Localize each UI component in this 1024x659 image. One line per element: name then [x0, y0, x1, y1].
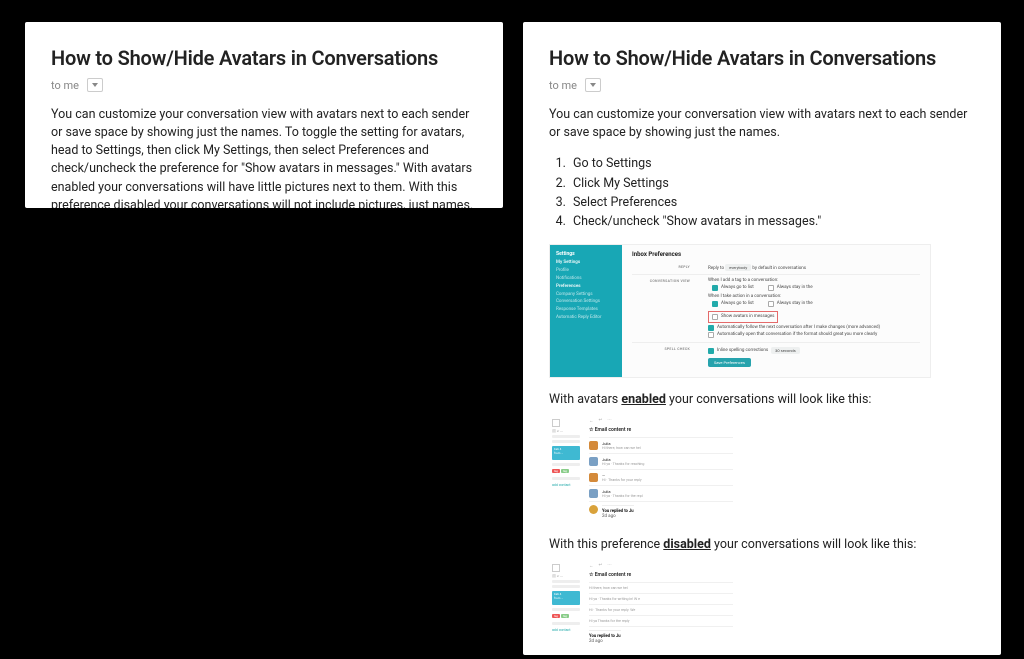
email-card-compact: How to Show/Hide Avatars in Conversation…: [25, 22, 503, 208]
save-button: Save Preferences: [708, 358, 751, 367]
checkbox-icon: [708, 325, 714, 331]
steps-list: Go to Settings Click My Settings Select …: [549, 154, 975, 232]
list-item: Check/uncheck "Show avatars in messages.…: [569, 212, 975, 231]
sidebar-item: Automatic Reply Editor: [556, 315, 616, 321]
radio-icon: [768, 285, 774, 291]
sidebar-item: Conversation Settings: [556, 299, 616, 305]
radio-icon: [712, 301, 718, 307]
caption-enabled: With avatars enabled your conversations …: [549, 392, 975, 407]
row-label: SPELL CHECK: [632, 346, 690, 352]
sidebar-item: My Settings: [556, 260, 616, 266]
list-item: Click My Settings: [569, 174, 975, 193]
row-label: REPLY: [632, 264, 690, 270]
dropdown-icon[interactable]: [87, 78, 103, 92]
sidebar-item: Notifications: [556, 276, 616, 282]
recipient-line: to me: [51, 78, 477, 92]
row-label: CONVERSATION VIEW: [632, 278, 690, 284]
screenshot-conversation-no-avatars: ⬜ ↩︎ ⋯ Feb 4from … tag tag add contact ←…: [549, 560, 739, 655]
highlighted-setting: Show avatars in messages: [708, 311, 778, 323]
email-card-rich: How to Show/Hide Avatars in Conversation…: [523, 22, 1001, 655]
sidebar-item: Company Settings: [556, 292, 616, 298]
to-label: to me: [51, 79, 79, 92]
checkbox-icon: [708, 332, 714, 338]
settings-sidebar: Settings My Settings Profile Notificatio…: [550, 245, 622, 377]
body-paragraph: You can customize your conversation view…: [51, 106, 477, 208]
list-item: Go to Settings: [569, 154, 975, 173]
title: How to Show/Hide Avatars in Conversation…: [549, 46, 975, 70]
radio-icon: [768, 301, 774, 307]
title: How to Show/Hide Avatars in Conversation…: [51, 46, 477, 70]
screenshot-preferences: Settings My Settings Profile Notificatio…: [549, 244, 931, 378]
radio-icon: [712, 285, 718, 291]
panel-title: Inbox Preferences: [632, 251, 920, 259]
screenshot-conversation-avatars: ⬜ ↩︎ ⋯ Feb 4from … tag tag add contact ←…: [549, 415, 739, 523]
reply-note: by default in conversations: [752, 266, 806, 271]
checkbox-icon: [708, 348, 714, 354]
sidebar-item: Response Templates: [556, 307, 616, 313]
subject: Email content re: [595, 572, 631, 578]
to-label: to me: [549, 79, 577, 92]
sidebar-heading: Settings: [556, 251, 616, 258]
sidebar-item: Profile: [556, 268, 616, 274]
sidebar-item: Preferences: [556, 284, 616, 290]
list-item: Select Preferences: [569, 193, 975, 212]
settings-panel: Inbox Preferences REPLY Reply to everybo…: [622, 245, 930, 377]
recipient-line: to me: [549, 78, 975, 92]
subject: Email content re: [595, 427, 631, 433]
reply-pill: everybody: [725, 264, 751, 271]
caption-disabled: With this preference disabled your conve…: [549, 537, 975, 552]
dropdown-icon[interactable]: [585, 78, 601, 92]
star-icon: ☆: [589, 427, 593, 433]
star-icon: ☆: [589, 572, 593, 578]
checkbox-icon: [712, 314, 718, 320]
intro-paragraph: You can customize your conversation view…: [549, 106, 975, 142]
